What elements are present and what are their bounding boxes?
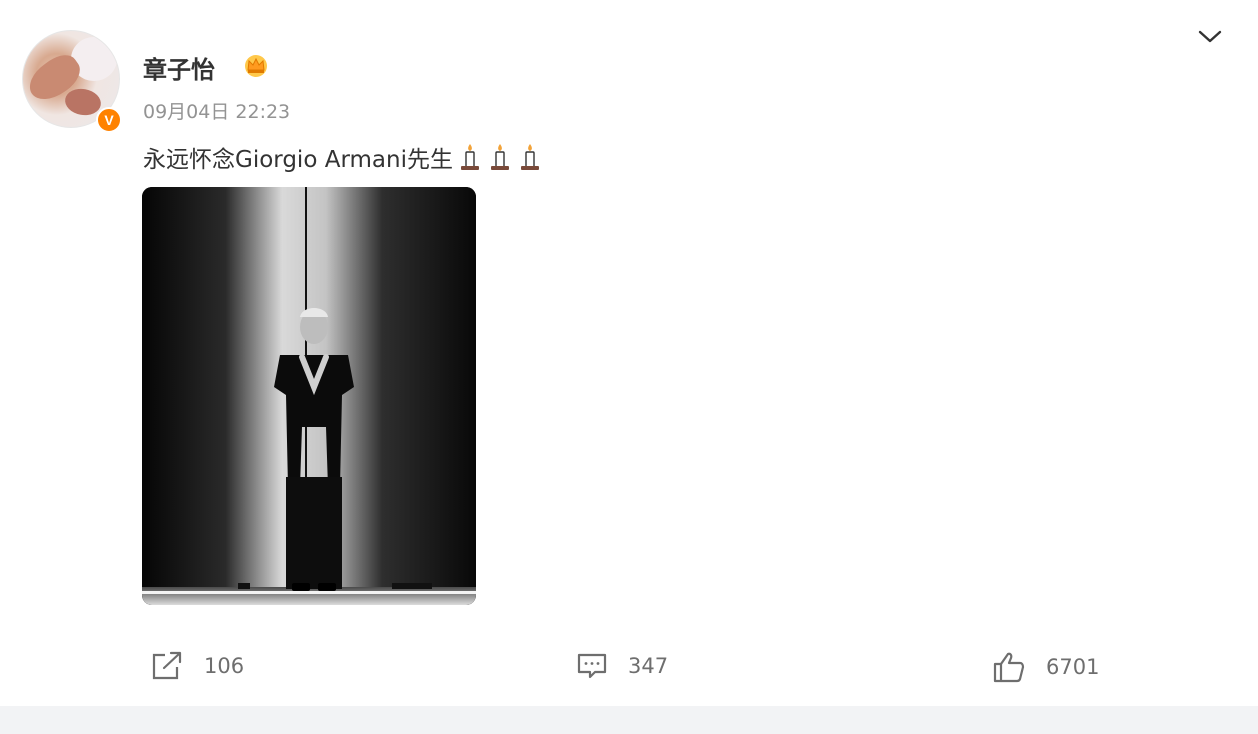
candle-icon [520,144,539,170]
candle-icon [460,144,479,170]
like-icon [993,652,1025,683]
post-text: 永远怀念Giorgio Armani先生 [143,140,543,174]
post-text-content: 永远怀念Giorgio Armani先生 [143,147,453,173]
comment-count: 347 [628,654,669,678]
username[interactable]: 章子怡 [143,50,215,85]
candle-emojis [457,142,543,172]
weibo-post-card: V 章子怡 09月04日 22:23 永远怀念Giorgio Armani先生 [0,0,1258,706]
post-image[interactable] [142,187,476,605]
share-icon [152,651,182,680]
verified-icon: V [96,107,122,133]
share-count: 106 [204,654,245,678]
feed-separator [0,706,1258,734]
comment-button[interactable]: 347 [576,650,668,682]
crown-icon[interactable] [242,53,270,79]
chevron-down-icon[interactable] [1197,26,1223,46]
action-bar: 106 347 6701 [0,646,1258,686]
candle-icon [490,144,509,170]
share-button[interactable]: 106 [150,650,244,682]
like-count: 6701 [1046,655,1100,679]
like-button[interactable]: 6701 [992,650,1099,684]
comment-icon [577,653,607,679]
post-timestamp[interactable]: 09月04日 22:23 [143,97,290,124]
